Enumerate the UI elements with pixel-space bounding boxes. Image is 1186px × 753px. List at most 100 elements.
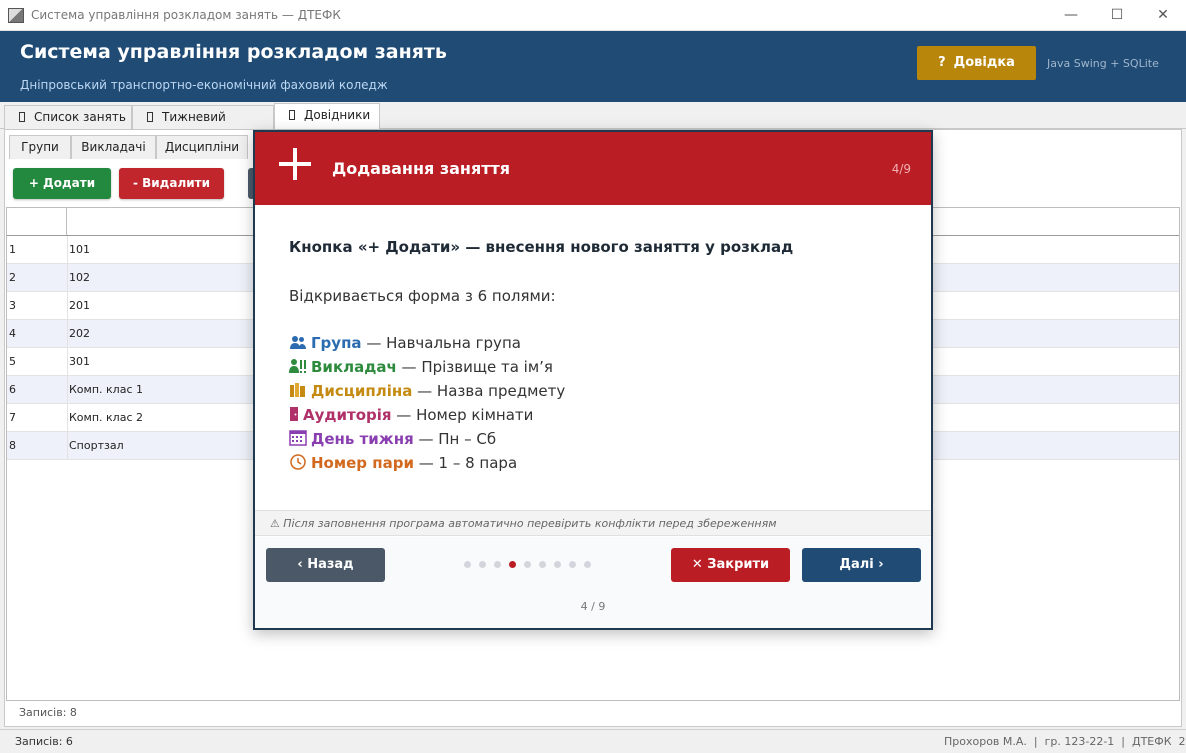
cell-name: 201 [69, 299, 90, 312]
step-dot[interactable] [584, 561, 591, 568]
calendar-icon [289, 430, 307, 446]
app-subtitle: Дніпровський транспортно-економічний фах… [20, 78, 388, 92]
window-titlebar: Система управління розкладом занять — ДТ… [0, 0, 1186, 31]
cell-id: 2 [9, 271, 16, 284]
tab-lessons-list[interactable]: Список занять [4, 105, 132, 130]
people-icon [289, 334, 307, 350]
close-window-button[interactable]: ✕ [1140, 0, 1186, 31]
cell-id: 3 [9, 299, 16, 312]
column-header-id[interactable] [7, 208, 67, 235]
field-discipline: Дисципліна — Назва предмету [289, 380, 565, 402]
status-info: Прохоров М.А. | гр. 123-22-1 | ДТЕФК 202… [944, 735, 1186, 748]
cell-divider [67, 264, 68, 292]
cell-id: 6 [9, 383, 16, 396]
cell-divider [67, 404, 68, 432]
field-room: Аудиторія — Номер кімнати [289, 404, 533, 426]
tab-label: Довідники [304, 108, 371, 122]
dialog-title: Додавання заняття [332, 159, 511, 178]
plus-icon [279, 148, 311, 180]
step-dot[interactable] [509, 561, 516, 568]
teacher-icon [289, 358, 307, 374]
dialog-heading: Кнопка «+ Додати» — внесення нового заня… [289, 238, 794, 256]
tech-label: Java Swing + SQLite [1047, 57, 1159, 70]
books-icon [289, 382, 307, 398]
subtab-teachers[interactable]: Викладачі [71, 135, 156, 159]
records-count: Записів: 8 [19, 706, 77, 719]
status-records: Записів: 6 [15, 735, 73, 748]
maximize-button[interactable]: ☐ [1094, 0, 1140, 31]
field-desc: — Прізвище та ім’я [396, 358, 553, 376]
subtab-groups[interactable]: Групи [9, 135, 71, 159]
cell-name: 102 [69, 271, 90, 284]
field-desc: — Навчальна група [361, 334, 521, 352]
cell-divider [67, 376, 68, 404]
step-dot[interactable] [569, 561, 576, 568]
add-button[interactable]: + Додати [13, 168, 111, 199]
field-name: Викладач [311, 358, 397, 376]
cell-id: 4 [9, 327, 16, 340]
door-icon [289, 406, 299, 422]
field-desc: — Пн – Сб [413, 430, 497, 448]
dialog-footer: ‹ Назад ✕ Закрити Далі › 4 / 9 [255, 537, 931, 628]
field-desc: — Номер кімнати [391, 406, 534, 424]
step-dot[interactable] [464, 561, 471, 568]
help-button-label: Довідка [953, 55, 1015, 70]
step-dot[interactable] [524, 561, 531, 568]
cell-name: Комп. клас 2 [69, 411, 143, 424]
cell-name: 301 [69, 355, 90, 368]
cell-name: 202 [69, 327, 90, 340]
app-header: Система управління розкладом занять Дніп… [0, 31, 1186, 102]
step-dot[interactable] [479, 561, 486, 568]
cell-divider [67, 320, 68, 348]
cell-divider [67, 236, 68, 264]
cell-name: Спортзал [69, 439, 124, 452]
field-day: День тижня — Пн – Сб [289, 428, 496, 450]
back-button[interactable]: ‹ Назад [266, 548, 385, 582]
step-dot[interactable] [554, 561, 561, 568]
cell-name: 101 [69, 243, 90, 256]
help-button[interactable]: ? Довідка [917, 46, 1036, 80]
delete-button[interactable]: - Видалити [119, 168, 224, 199]
main-tabbar: Список занять Тижневий вигляд Довідники [0, 102, 1186, 147]
field-name: Дисципліна [311, 382, 413, 400]
dialog-note: ⚠ Після заповнення програма автоматично … [255, 510, 931, 536]
dialog-header: Додавання заняття 4/9 [255, 132, 931, 205]
field-name: Аудиторія [303, 406, 392, 424]
status-bar: Записів: 6 Прохоров М.А. | гр. 123-22-1 … [0, 729, 1186, 753]
field-name: Номер пари [311, 454, 414, 472]
cell-id: 5 [9, 355, 16, 368]
tab-icon [147, 112, 153, 122]
field-pair-number: Номер пари — 1 – 8 пара [289, 452, 517, 474]
field-name: День тижня [311, 430, 414, 448]
next-button[interactable]: Далі › [802, 548, 921, 582]
tab-icon [19, 112, 25, 122]
field-desc: — Назва предмету [412, 382, 566, 400]
cell-id: 7 [9, 411, 16, 424]
cell-name: Комп. клас 1 [69, 383, 143, 396]
app-icon [8, 8, 24, 23]
close-dialog-button[interactable]: ✕ Закрити [671, 548, 790, 582]
cell-id: 8 [9, 439, 16, 452]
dialog-step: 4/9 [891, 162, 911, 176]
step-dot[interactable] [494, 561, 501, 568]
minimize-button[interactable]: — [1048, 0, 1094, 31]
tab-label: Список занять [34, 110, 126, 124]
tab-icon [289, 110, 295, 120]
tab-references[interactable]: Довідники [274, 103, 380, 131]
subtab-disciplines[interactable]: Дисципліни [156, 135, 248, 159]
field-group: Група — Навчальна група [289, 332, 521, 354]
app-title: Система управління розкладом занять [20, 41, 447, 63]
cell-divider [67, 292, 68, 320]
field-name: Група [311, 334, 362, 352]
field-desc: — 1 – 8 пара [414, 454, 518, 472]
window-title: Система управління розкладом занять — ДТ… [31, 8, 341, 22]
tab-weekly-view[interactable]: Тижневий вигляд [132, 105, 274, 147]
field-teacher: Викладач — Прізвище та ім’я [289, 356, 553, 378]
step-dot[interactable] [539, 561, 546, 568]
dialog-intro: Відкривається форма з 6 полями: [289, 287, 556, 305]
cell-divider [67, 348, 68, 376]
cell-divider [67, 432, 68, 460]
step-counter: 4 / 9 [580, 600, 606, 613]
tutorial-dialog: Додавання заняття 4/9 Кнопка «+ Додати» … [253, 130, 933, 630]
cell-id: 1 [9, 243, 16, 256]
